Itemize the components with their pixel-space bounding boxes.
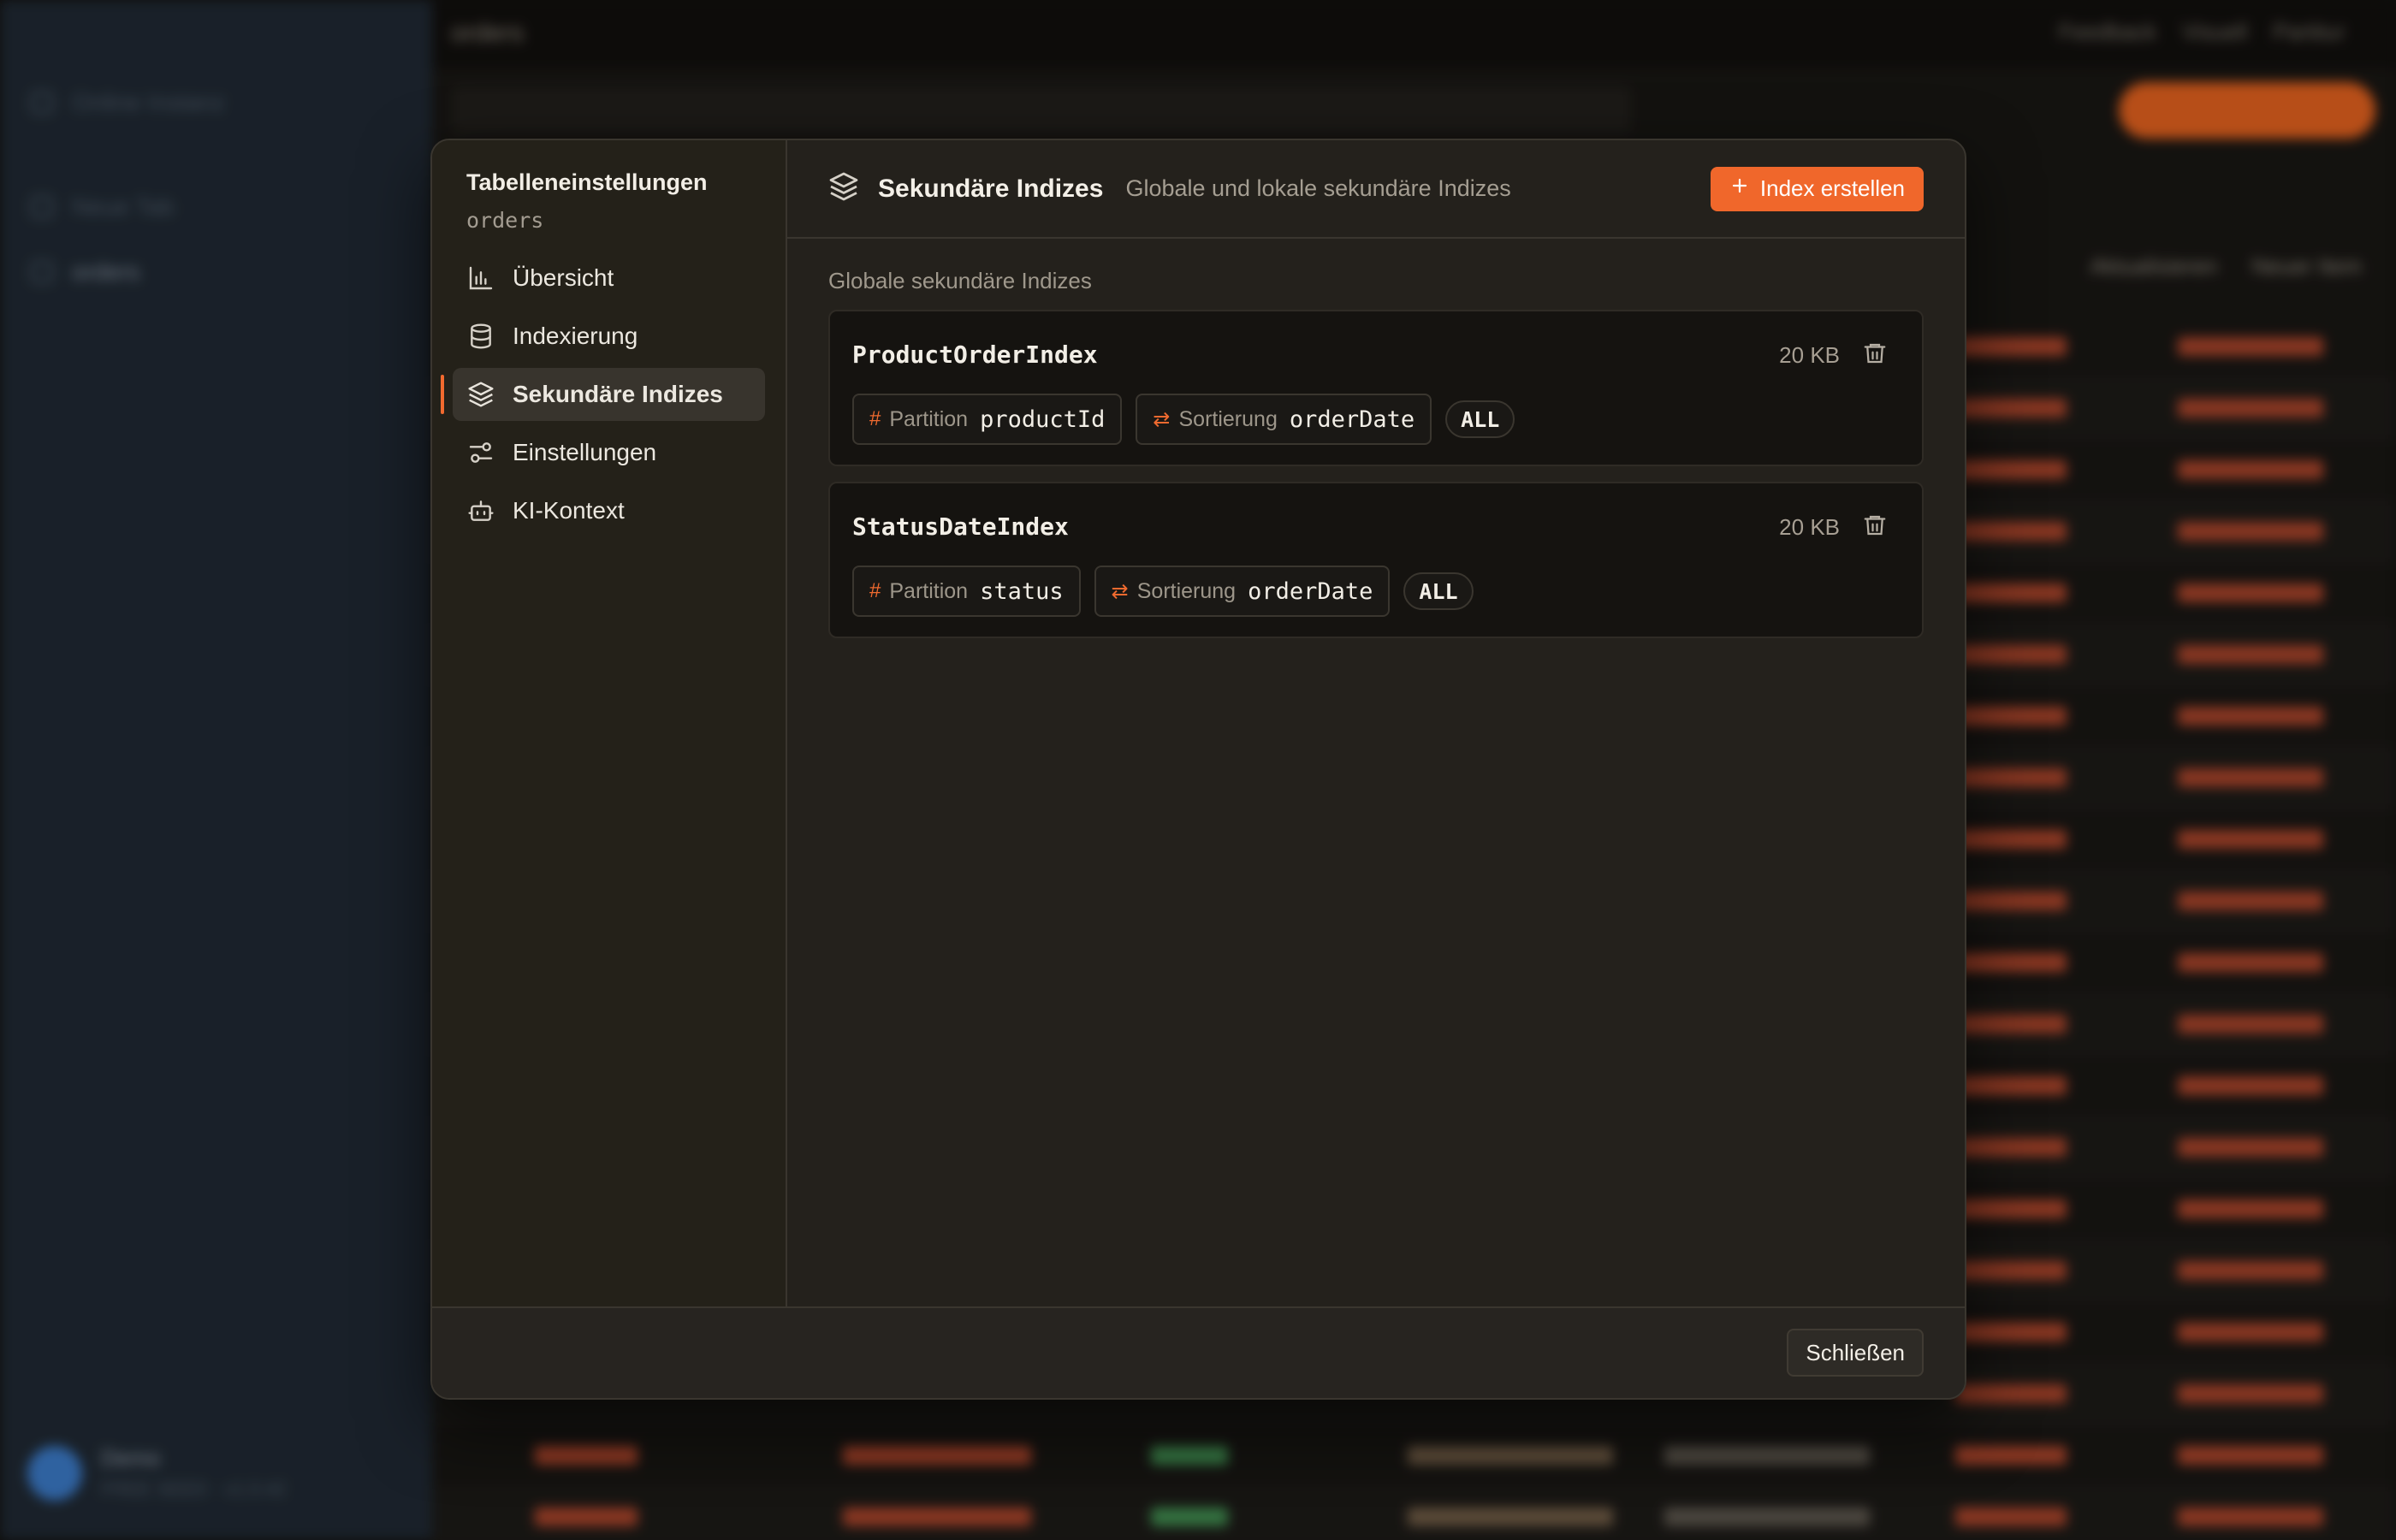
nav-item-overview[interactable]: Übersicht [453, 252, 765, 305]
table-name: orders [466, 208, 544, 233]
partition-key-tag: # Partition status [852, 566, 1081, 617]
arrows-swap-icon: ⇄ [1111, 579, 1129, 603]
panel-header: Sekundäre Indizes Globale und lokale sek… [787, 140, 1965, 239]
nav-item-label: Indexierung [513, 323, 638, 349]
nav-item-indexing[interactable]: Indexierung [453, 310, 765, 363]
partition-key: status [980, 578, 1064, 605]
bot-icon [466, 496, 495, 525]
create-index-button[interactable]: Index erstellen [1710, 166, 1924, 211]
hash-icon: # [869, 579, 881, 602]
trash-icon [1862, 515, 1888, 542]
hash-icon: # [869, 407, 881, 430]
section-label: Globale sekundäre Indizes [828, 268, 1092, 293]
index-size: 20 KB [1779, 514, 1840, 540]
index-name: StatusDateIndex [852, 512, 1069, 541]
arrows-swap-icon: ⇄ [1153, 407, 1171, 431]
secondary-indexes-panel: Sekundäre Indizes Globale und lokale sek… [787, 140, 1965, 1310]
sort-key-tag: ⇄ Sortierung orderDate [1136, 394, 1432, 445]
partition-key: productId [980, 406, 1106, 433]
table-settings-dialog: Tabelleneinstellungen orders Übersicht I… [430, 139, 1966, 1400]
index-card: ProductOrderIndex 20 KB # Partition prod… [828, 310, 1924, 466]
index-size: 20 KB [1779, 342, 1840, 368]
index-name: ProductOrderIndex [852, 341, 1098, 369]
projection-badge: ALL [1445, 400, 1515, 438]
projection-badge: ALL [1403, 572, 1474, 610]
sort-key-tag: ⇄ Sortierung orderDate [1094, 566, 1391, 617]
trash-icon [1862, 343, 1888, 370]
nav-item-label: KI-Kontext [513, 497, 625, 524]
nav-item-secondary-indexes[interactable]: Sekundäre Indizes [441, 368, 765, 421]
nav-item-label: Übersicht [513, 264, 614, 291]
layers-icon [828, 171, 859, 206]
partition-key-tag: # Partition productId [852, 394, 1123, 445]
settings-nav: Tabelleneinstellungen orders Übersicht I… [432, 140, 787, 1310]
nav-item-ai-context[interactable]: KI-Kontext [453, 484, 765, 537]
close-button[interactable]: Schließen [1787, 1329, 1924, 1377]
delete-index-button[interactable] [1862, 341, 1889, 368]
dialog-title: Tabelleneinstellungen [466, 169, 708, 195]
sort-key: orderDate [1248, 578, 1373, 605]
dialog-footer: Schließen [432, 1306, 1965, 1398]
nav-item-label: Sekundäre Indizes [513, 381, 723, 407]
nav-item-settings[interactable]: Einstellungen [453, 426, 765, 479]
panel-description: Globale und lokale sekundäre Indizes [1125, 175, 1511, 201]
create-index-label: Index erstellen [1759, 175, 1905, 201]
sliders-icon [466, 438, 495, 467]
sort-key: orderDate [1289, 406, 1415, 433]
delete-index-button[interactable] [1862, 512, 1889, 540]
index-card: StatusDateIndex 20 KB # Partition status… [828, 482, 1924, 638]
panel-title: Sekundäre Indizes [878, 174, 1104, 203]
database-icon [466, 322, 495, 351]
bar-chart-icon [466, 264, 495, 293]
plus-icon [1729, 175, 1750, 202]
nav-item-label: Einstellungen [513, 439, 657, 465]
layers-icon [466, 380, 495, 409]
